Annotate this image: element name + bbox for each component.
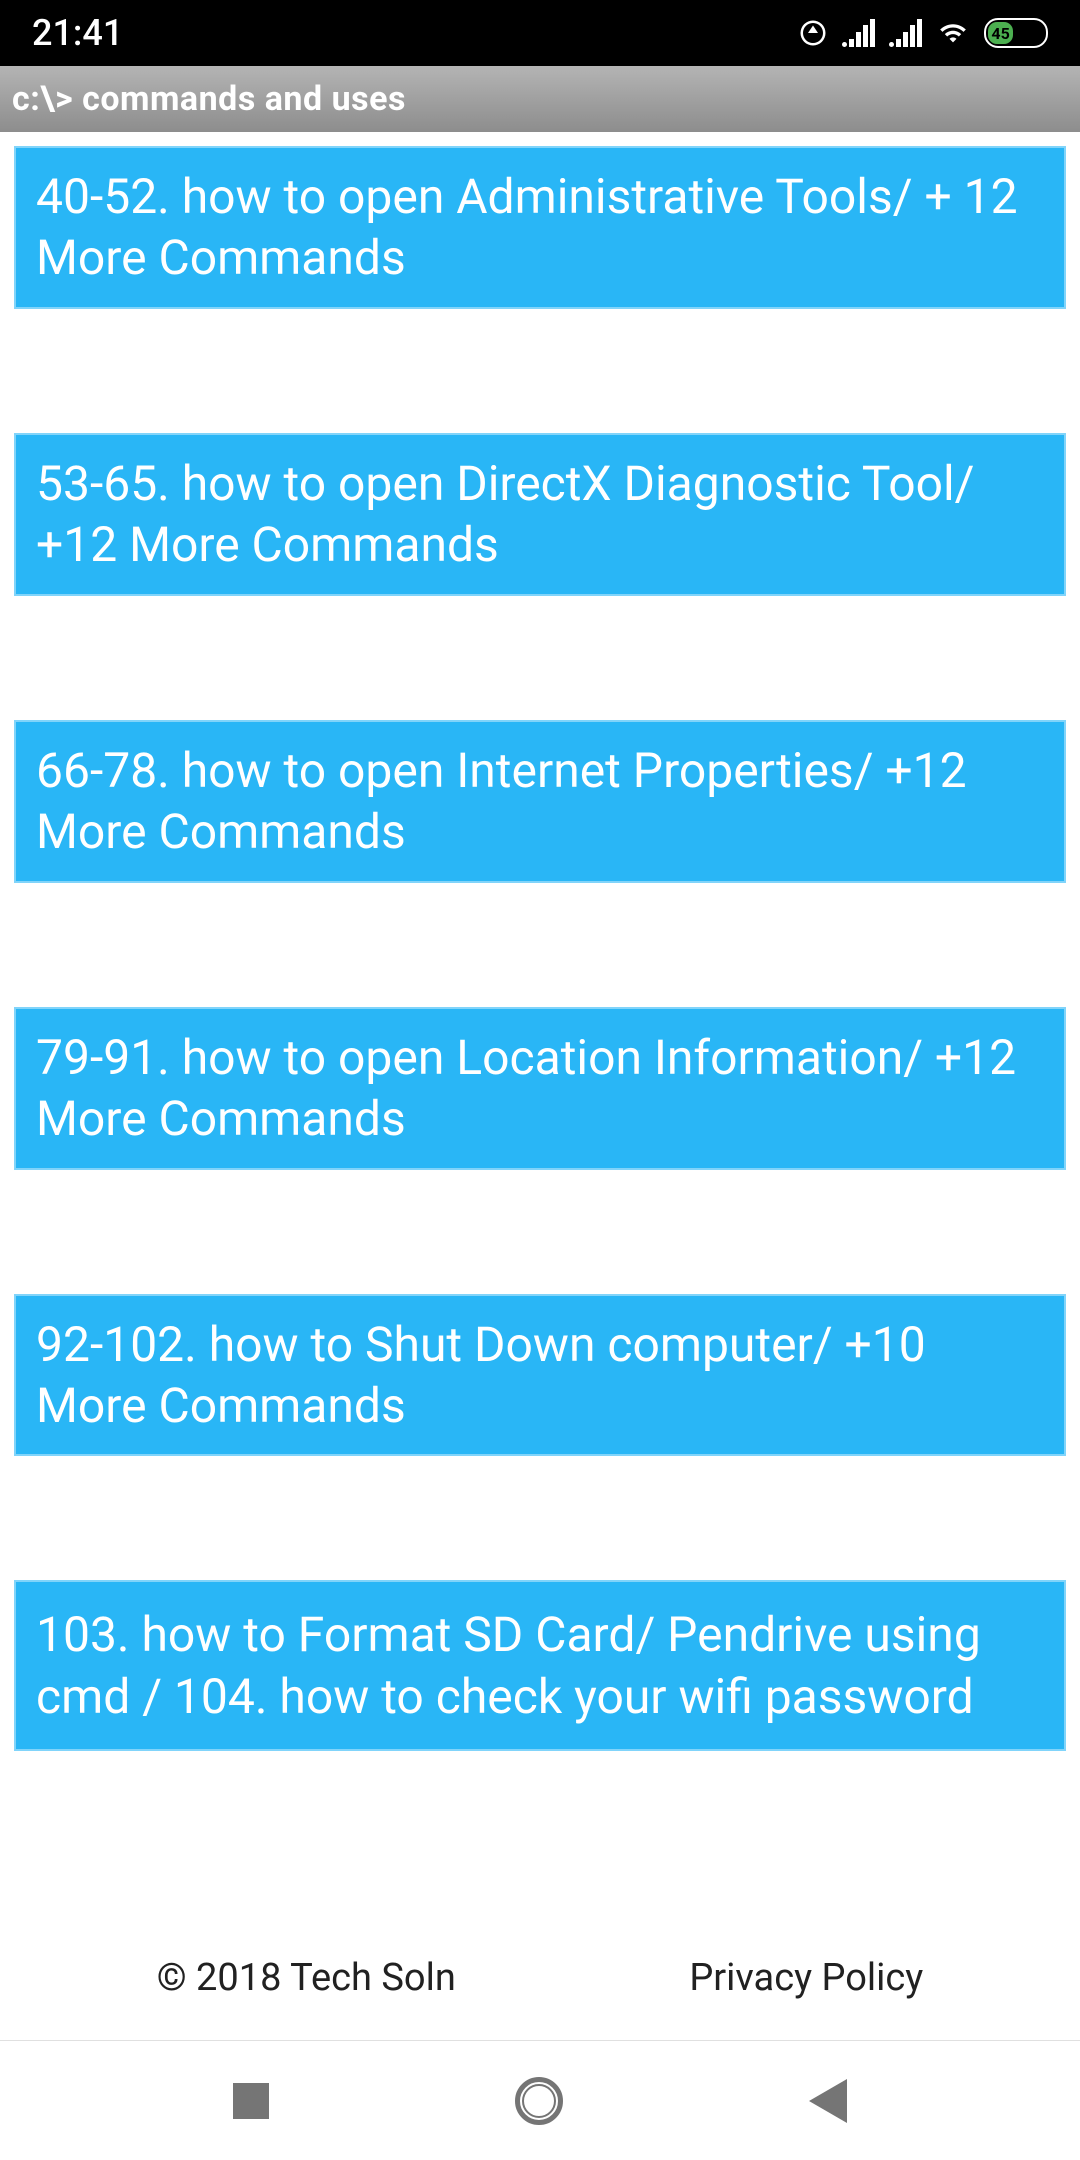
wifi-icon (936, 19, 970, 47)
footer: © 2018 Tech Soln Privacy Policy (0, 1930, 1080, 2040)
list-item-admin-tools[interactable]: 40-52. how to open Administrative Tools/… (14, 146, 1066, 309)
alarm-icon (798, 18, 828, 48)
app-bar: c:\> commands and uses (0, 66, 1080, 132)
home-button[interactable] (515, 2077, 563, 2125)
main-content[interactable]: 40-52. how to open Administrative Tools/… (0, 132, 1080, 1930)
list-item-directx[interactable]: 53-65. how to open DirectX Diagnostic To… (14, 433, 1066, 596)
android-nav-bar (0, 2040, 1080, 2160)
status-icons: 45 (798, 18, 1048, 48)
list-item-format-sd[interactable]: 103. how to Format SD Card/ Pendrive usi… (14, 1580, 1066, 1751)
status-bar: 21:41 45 (0, 0, 1080, 66)
app-title: c:\> commands and uses (12, 79, 406, 119)
signal-icon-1 (842, 19, 875, 47)
list-item-internet-properties[interactable]: 66-78. how to open Internet Properties/ … (14, 720, 1066, 883)
recent-apps-button[interactable] (233, 2083, 269, 2119)
signal-icon-2 (889, 19, 922, 47)
copyright-text: © 2018 Tech Soln (157, 1956, 456, 2000)
battery-level: 45 (988, 22, 1013, 44)
privacy-policy-link[interactable]: Privacy Policy (689, 1956, 923, 2000)
list-item-location-info[interactable]: 79-91. how to open Location Information/… (14, 1007, 1066, 1170)
status-time: 21:41 (32, 12, 123, 54)
list-item-shutdown[interactable]: 92-102. how to Shut Down computer/ +10 M… (14, 1294, 1066, 1457)
back-button[interactable] (809, 2079, 847, 2123)
battery-icon: 45 (984, 18, 1048, 48)
